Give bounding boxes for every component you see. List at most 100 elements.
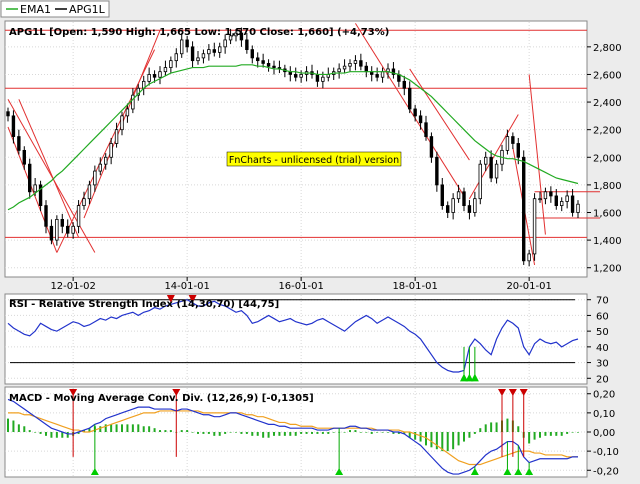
candle-body	[435, 156, 439, 186]
candle-body	[554, 195, 558, 206]
price-x-tick-label: 16-01-01	[278, 281, 323, 292]
macd-hist-bar	[207, 432, 210, 434]
price-plot-area	[4, 20, 588, 278]
candle-body	[245, 39, 249, 51]
rsi-y-tick-label: 60	[596, 311, 609, 322]
macd-hist-bar	[131, 424, 134, 432]
macd-hist-bar	[110, 424, 113, 432]
macd-hist-bar	[45, 432, 47, 436]
macd-hist-bar	[267, 432, 270, 438]
macd-y-tick-label: -0,10	[593, 447, 619, 458]
candle-body	[413, 108, 417, 117]
macd-hist-bar	[316, 432, 319, 434]
candle-body	[190, 46, 195, 62]
candle-body	[272, 65, 276, 68]
legend-ema-label: EMA1	[20, 3, 51, 16]
macd-hist-bar	[446, 432, 449, 452]
macd-panel: 0,20 0,10 0,00 -0,10 -0,20 MACD - Moving Ave…	[4, 386, 619, 478]
rsi-y-axis: 20 30 40 50 60 70	[587, 296, 609, 385]
macd-hist-bar	[202, 432, 205, 434]
candle-body	[467, 205, 472, 213]
macd-hist-bar	[180, 430, 183, 432]
macd-hist-bar	[452, 432, 455, 450]
candle-body	[174, 53, 178, 62]
candle-body	[185, 39, 189, 48]
macd-hist-bar	[349, 430, 351, 432]
candle-body	[473, 198, 477, 213]
macd-hist-bar	[159, 430, 161, 432]
candle-body	[196, 57, 200, 62]
macd-hist-bar	[186, 430, 189, 432]
candle-body	[212, 49, 216, 53]
candle-body	[484, 156, 488, 165]
candle-body	[505, 136, 510, 151]
candle-body	[462, 191, 466, 206]
candle-body	[560, 201, 564, 206]
macd-hist-bar	[484, 424, 487, 432]
macd-hist-bar	[533, 432, 536, 440]
macd-hist-bar	[137, 424, 140, 432]
price-x-axis: 12-01-02 14-01-01 16-01-01 18-01-01 20-01-01	[50, 277, 552, 292]
rsi-panel: 20 30 40 50 60 70 RSI - Relative Strength Ind…	[4, 293, 609, 385]
watermark-label: FnCharts - unlicensed (trial) version	[229, 155, 399, 166]
macd-hist-bar	[473, 432, 476, 434]
macd-hist-bar	[256, 432, 259, 436]
candle-body	[17, 136, 21, 151]
candle-body	[163, 67, 168, 73]
candle-body	[82, 198, 86, 206]
macd-hist-bar	[153, 428, 156, 432]
candle-body	[49, 225, 54, 241]
macd-hist-bar	[327, 432, 330, 434]
macd-hist-bar	[305, 432, 308, 434]
candle-body	[22, 149, 26, 165]
candle-body	[402, 80, 406, 89]
candle-body	[446, 205, 450, 213]
macd-hist-bar	[164, 430, 167, 432]
candle-body	[33, 184, 37, 193]
macd-hist-bar	[343, 432, 346, 433]
macd-hist-bar	[387, 432, 389, 433]
macd-hist-bar	[218, 432, 221, 436]
macd-hist-bar	[517, 426, 520, 432]
price-x-tick-label: 20-01-01	[506, 281, 551, 292]
macd-hist-bar	[490, 422, 493, 432]
candle-body	[565, 195, 569, 202]
macd-hist-bar	[566, 432, 569, 434]
candle-body	[375, 74, 379, 78]
candle-body	[429, 136, 434, 158]
macd-y-tick-label: -0,20	[593, 466, 619, 477]
macd-hist-bar	[121, 424, 123, 432]
macd-y-tick-label: 0,00	[593, 428, 615, 439]
candle-body	[76, 205, 81, 227]
macd-hist-bar	[577, 432, 579, 433]
rsi-title: RSI - Relative Strength Index (14,30,70)…	[9, 299, 279, 310]
candle-body	[315, 74, 320, 82]
macd-hist-bar	[283, 432, 286, 436]
price-y-tick-label: 2,000	[593, 153, 622, 164]
macd-hist-bar	[213, 432, 216, 436]
candle-body	[511, 136, 515, 144]
candle-body	[576, 203, 580, 213]
macd-hist-bar	[39, 432, 42, 434]
candle-body	[28, 163, 32, 193]
macd-hist-bar	[506, 418, 509, 432]
candle-body	[60, 219, 64, 227]
macd-hist-bar	[229, 432, 232, 433]
candle-body	[261, 60, 265, 64]
macd-hist-bar	[457, 432, 460, 446]
candle-body	[532, 198, 537, 255]
candle-body	[538, 198, 542, 201]
macd-hist-bar	[571, 432, 574, 433]
candle-body	[11, 115, 16, 137]
macd-y-tick-label: 0,20	[593, 390, 615, 401]
macd-hist-bar	[50, 432, 53, 438]
macd-hist-bar	[126, 424, 129, 432]
chart-stage: EMA1 APG1L 1,200 1,400 1,600 1,800 2,000 2,20…	[0, 0, 640, 480]
macd-hist-bar	[468, 432, 471, 438]
candle-body	[294, 74, 298, 78]
candle-body	[218, 46, 222, 53]
candle-body	[408, 87, 412, 110]
macd-hist-bar	[354, 430, 357, 432]
macd-hist-bar	[224, 432, 227, 434]
candle-body	[456, 191, 461, 200]
